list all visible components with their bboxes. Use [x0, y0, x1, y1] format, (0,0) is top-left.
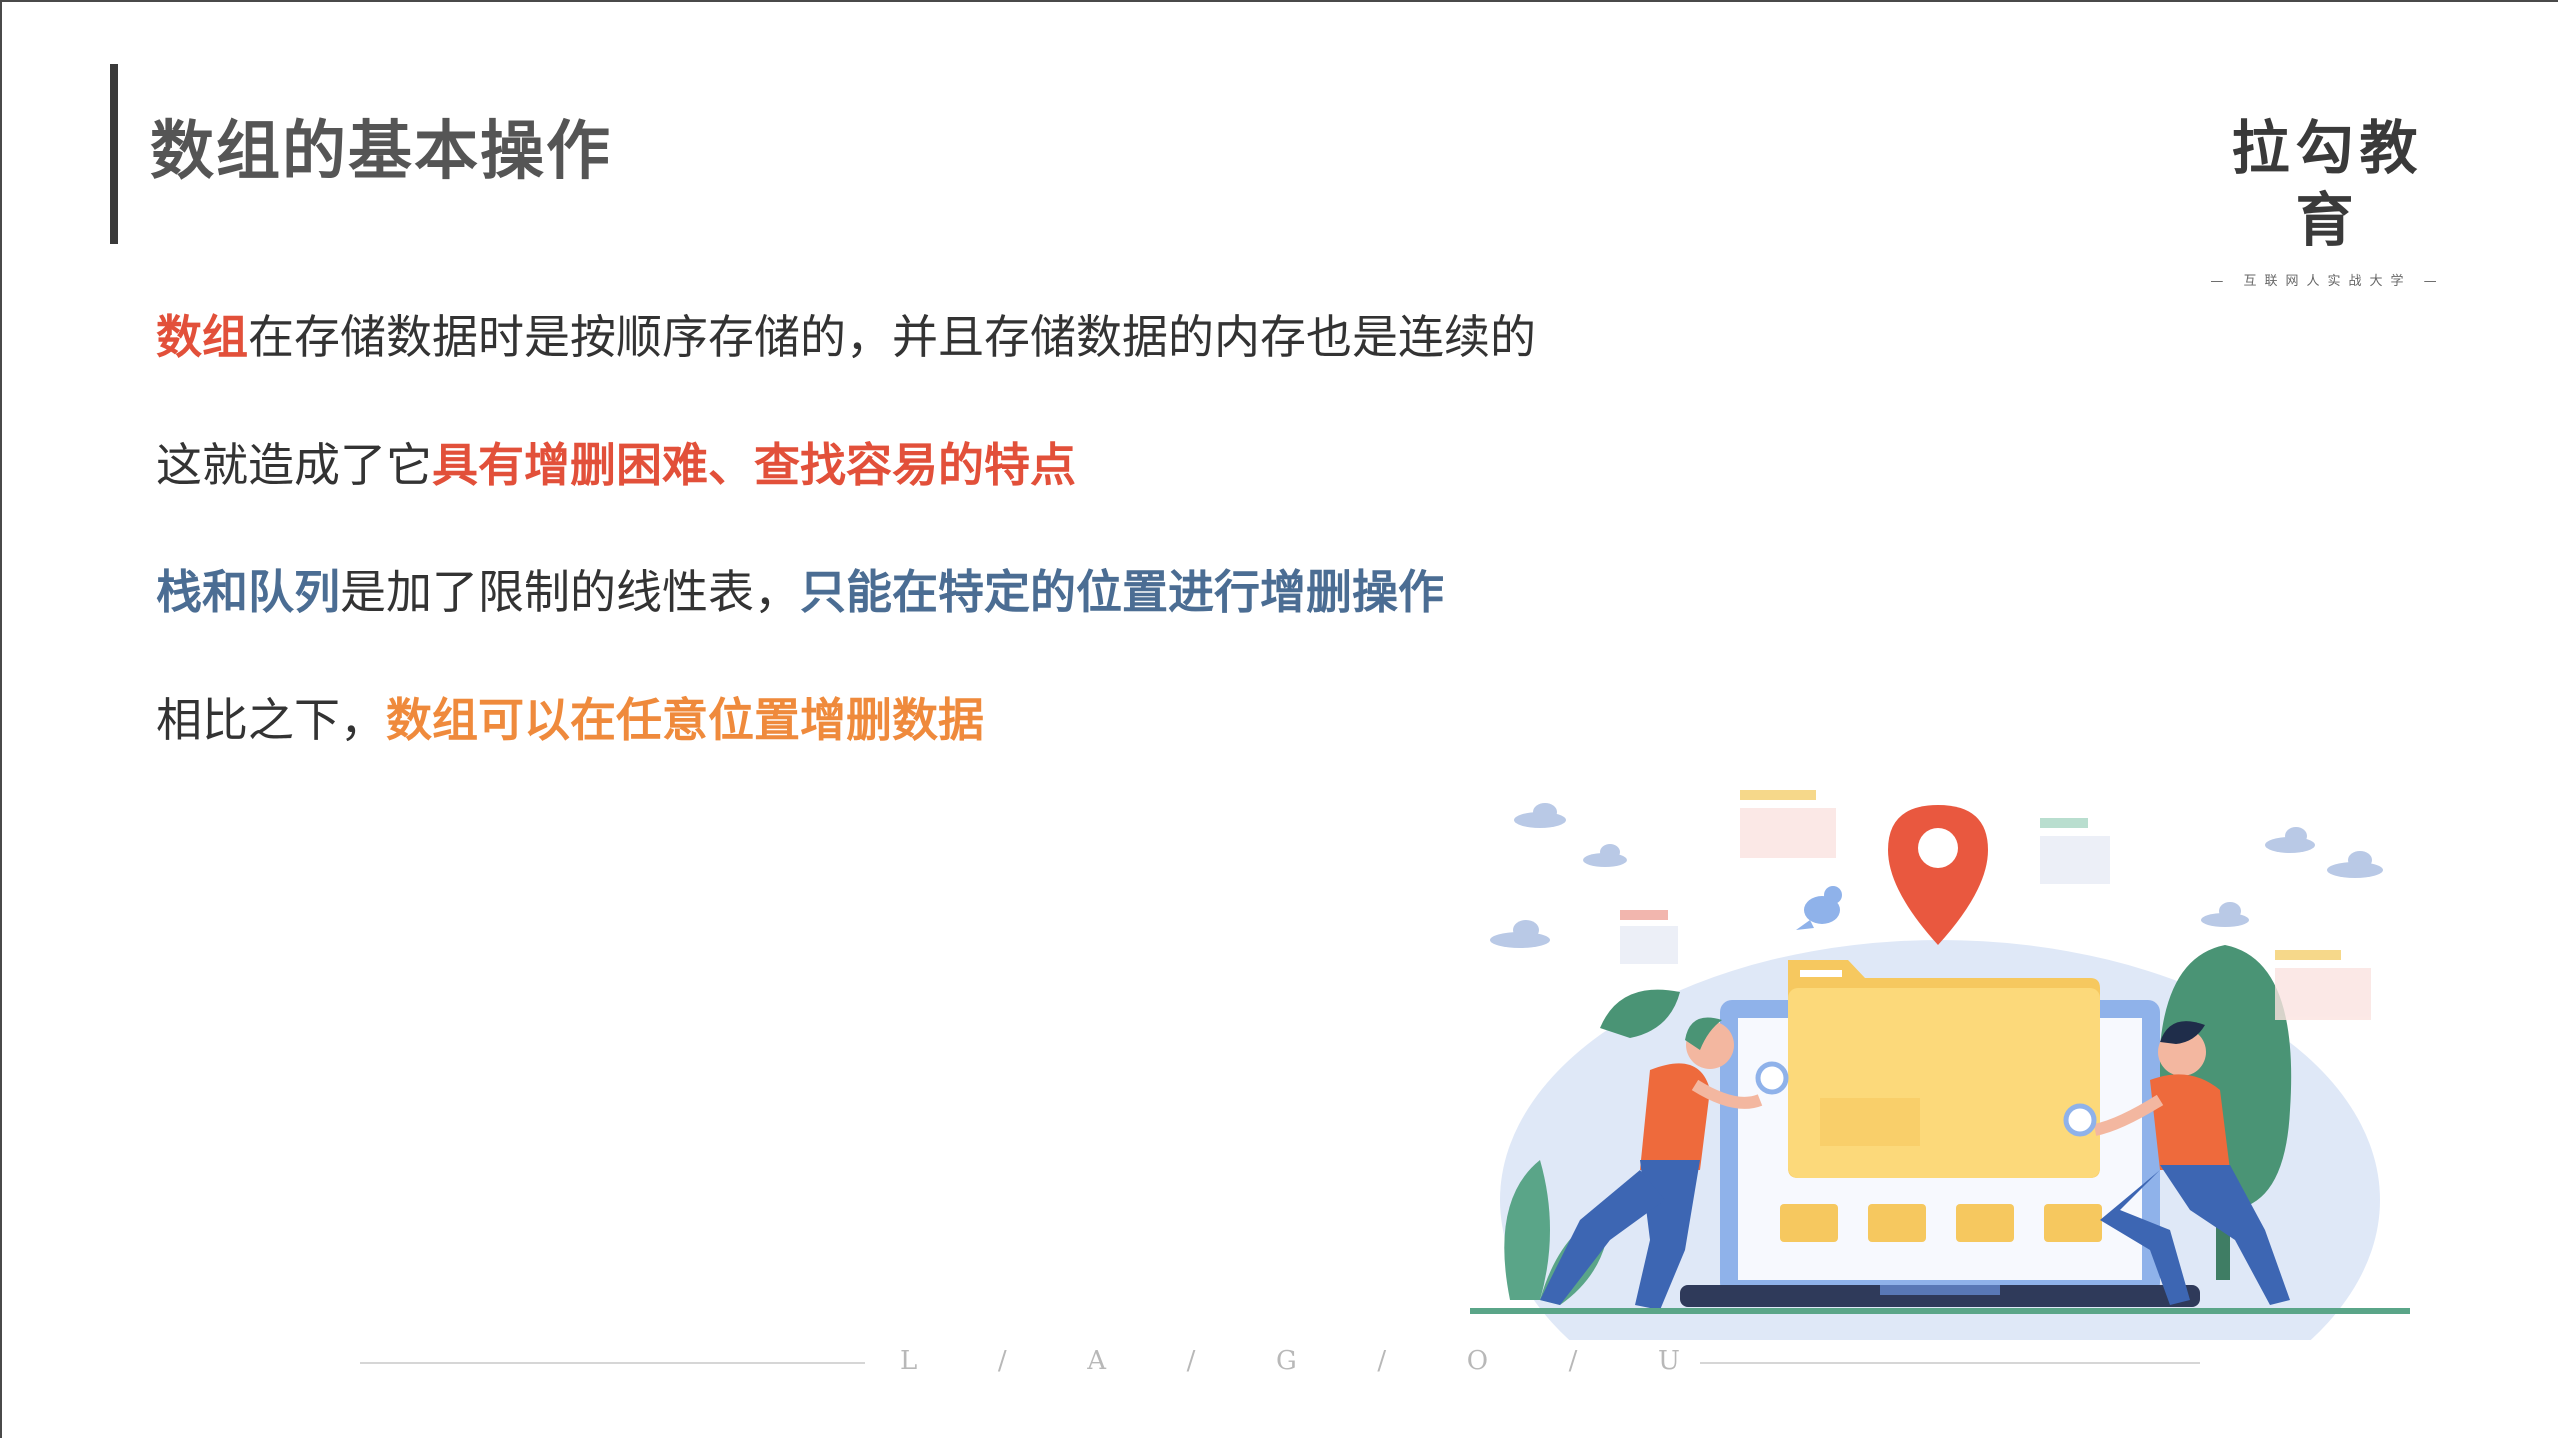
page-title: 数组的基本操作 — [150, 115, 612, 189]
folder-icon — [1788, 960, 2100, 1178]
footer-letter: / — [1186, 1346, 1196, 1376]
footer-letter: G — [1275, 1346, 1297, 1376]
content-line-4: 相比之下，数组可以在任意位置增删数据 — [156, 688, 984, 752]
body-text: 相比之下， — [156, 693, 386, 747]
bird-icon — [1796, 886, 1842, 930]
highlight-text: 数组可以在任意位置增删数据 — [386, 693, 984, 747]
highlight-text: 具有增删困难、查找容易的特点 — [432, 438, 1076, 492]
logo-slogan: — 互联网人实战大学 — — [2210, 274, 2445, 289]
body-text: 在存储数据时是按顺序存储的，并且存储数据的内存也是连续的 — [248, 310, 1536, 364]
footer-letter: / — [997, 1346, 1007, 1376]
content-line-3: 栈和队列是加了限制的线性表，只能在特定的位置进行增删操作 — [156, 560, 1444, 624]
footer-brand-letters: L / A / G / O / U — [900, 1346, 1680, 1376]
footer-letter: U — [1657, 1346, 1680, 1376]
body-text: 这就造成了它 — [156, 438, 432, 492]
footer-letter: A — [1087, 1346, 1106, 1376]
footer-letter: L — [900, 1346, 918, 1376]
footer-divider-left — [360, 1362, 865, 1364]
title-accent-bar — [110, 64, 118, 244]
footer-divider-right — [1700, 1362, 2200, 1364]
illustration — [1470, 790, 2410, 1340]
highlight-text: 只能在特定的位置进行增删操作 — [800, 565, 1444, 619]
brand-logo: 拉勾教育 — 互联网人实战大学 — — [2205, 112, 2450, 289]
footer-letter: / — [1377, 1346, 1387, 1376]
highlight-text: 栈和队列 — [156, 565, 340, 619]
highlight-text: 数组 — [156, 310, 248, 364]
body-text: 是加了限制的线性表， — [340, 565, 800, 619]
footer-letter: O — [1466, 1346, 1489, 1376]
location-pin-icon — [1888, 805, 1988, 945]
content-line-1: 数组在存储数据时是按顺序存储的，并且存储数据的内存也是连续的 — [156, 305, 1536, 369]
logo-text: 拉勾教育 — [2231, 114, 2424, 254]
content-line-2: 这就造成了它具有增删困难、查找容易的特点 — [156, 433, 1076, 497]
footer-letter: / — [1568, 1346, 1578, 1376]
